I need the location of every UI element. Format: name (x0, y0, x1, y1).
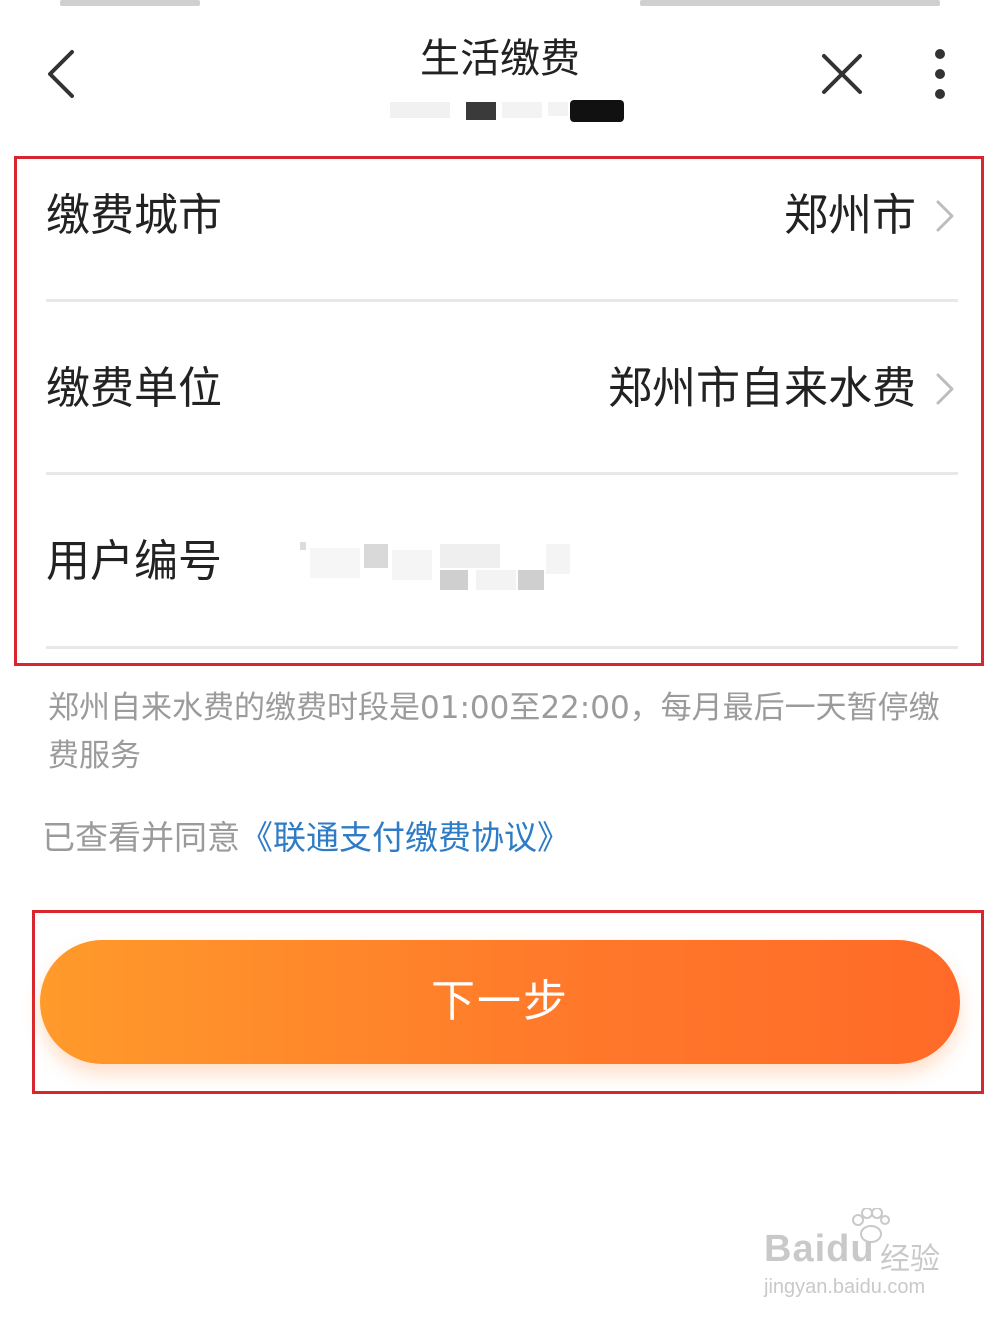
payee-unit-value: 郑州市自来水费 (608, 363, 916, 414)
divider (46, 299, 958, 302)
baidu-jingyan-watermark: Baidu 经验 jingyan.baidu.com (764, 1208, 964, 1308)
divider (46, 472, 958, 475)
agreement-line: 已查看并同意《联通支付缴费协议》 (42, 814, 962, 862)
more-button[interactable] (916, 44, 964, 104)
payee-unit-label: 缴费单位 (46, 363, 222, 414)
watermark-url: jingyan.baidu.com (764, 1276, 926, 1298)
close-icon (822, 54, 862, 94)
user-number-label: 用户编号 (46, 536, 222, 587)
agreement-prefix: 已查看并同意 (42, 818, 240, 857)
city-row[interactable]: 缴费城市 郑州市 (46, 158, 958, 328)
chevron-right-icon (936, 373, 954, 405)
close-button[interactable] (812, 44, 872, 104)
chevron-right-icon (936, 200, 954, 232)
watermark-product: 经验 (880, 1242, 940, 1277)
city-value: 郑州市 (784, 190, 916, 241)
divider (46, 646, 958, 649)
user-number-redacted (300, 540, 595, 595)
payee-unit-row[interactable]: 缴费单位 郑州市自来水费 (46, 331, 958, 501)
city-label: 缴费城市 (46, 190, 222, 241)
app-header: 生活缴费 (0, 0, 1000, 140)
subtitle-redacted (380, 92, 630, 124)
more-vertical-icon (935, 49, 945, 99)
agreement-link[interactable]: 《联通支付缴费协议》 (240, 818, 570, 857)
watermark-logo: Baidu (764, 1228, 875, 1270)
service-time-notice: 郑州自来水费的缴费时段是01:00至22:00，每月最后一天暂停缴费服务 (48, 690, 940, 774)
next-step-button[interactable]: 下一步 (40, 940, 960, 1064)
